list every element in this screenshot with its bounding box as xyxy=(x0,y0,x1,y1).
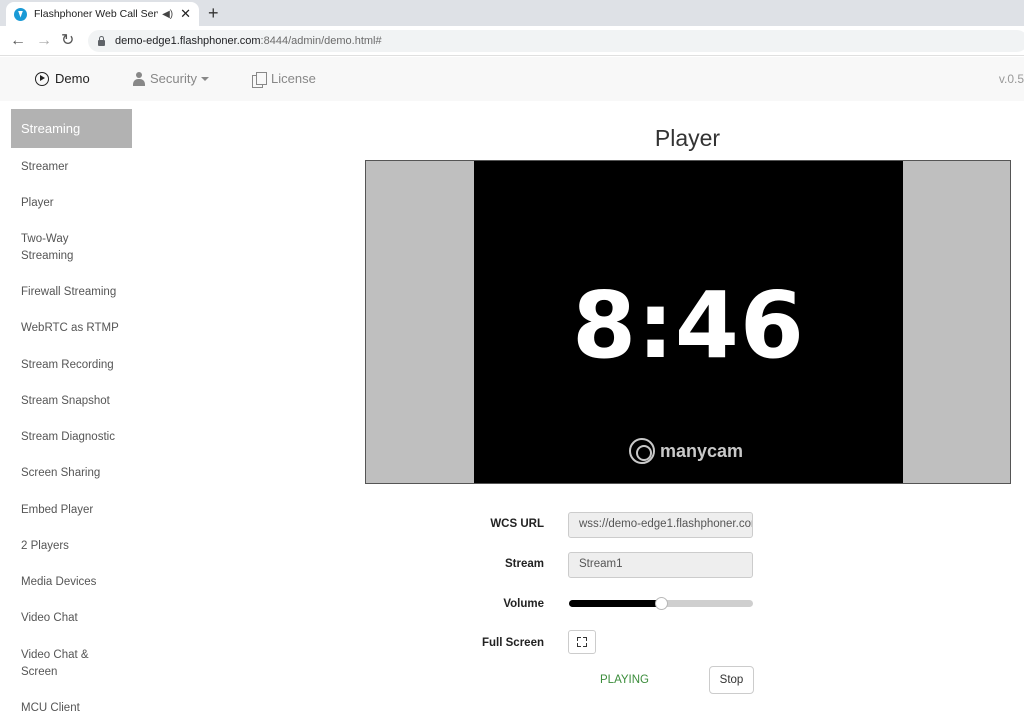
video-clock-text: 8:46 xyxy=(572,272,805,379)
close-tab-icon[interactable]: ✕ xyxy=(180,6,191,22)
sidebar-item-streamer[interactable]: Streamer xyxy=(11,159,78,176)
full-screen-label: Full Screen xyxy=(482,637,544,649)
sidebar-item-webrtc-as-rtmp[interactable]: WebRTC as RTMP xyxy=(11,320,136,337)
nav-security-label: Security xyxy=(150,71,197,86)
manycam-watermark: manycam xyxy=(629,438,743,464)
volume-slider-thumb[interactable] xyxy=(654,597,668,610)
nav-demo-label: Demo xyxy=(55,71,90,86)
sidebar-item-mcu-client[interactable]: MCU Client xyxy=(11,700,136,717)
user-secret-icon xyxy=(133,71,145,86)
app-top-nav: Demo Security License v.0.5 xyxy=(0,57,1024,101)
play-circle-icon xyxy=(35,71,49,86)
volume-slider[interactable] xyxy=(569,597,753,610)
video-player[interactable]: 8:46 manycam xyxy=(365,160,1011,484)
stop-button[interactable]: Stop xyxy=(709,666,754,694)
nav-license-label: License xyxy=(271,71,316,86)
expand-icon-corner xyxy=(583,637,587,641)
flashphoner-favicon-icon xyxy=(14,7,27,21)
sidebar-item-video-chat[interactable]: Video Chat xyxy=(11,610,136,627)
browser-tab[interactable]: Flashphoner Web Call Server ◀) ✕ xyxy=(6,2,199,26)
stream-label: Stream xyxy=(505,558,544,570)
sidebar-item-stream-diagnostic[interactable]: Stream Diagnostic xyxy=(11,429,136,446)
watermark-text: manycam xyxy=(660,440,744,461)
sidebar: Streaming Streamer Player Two-Way Stream… xyxy=(11,109,132,714)
sidebar-item-video-chat-screen[interactable]: Video Chat & Screen xyxy=(11,647,101,681)
expand-icon-corner xyxy=(583,643,587,647)
url-host: demo-edge1.flashphoner.com xyxy=(115,35,261,47)
nav-security-dropdown[interactable]: Security xyxy=(133,71,209,86)
expand-icon-corner xyxy=(577,643,581,647)
video-frame[interactable]: 8:46 manycam xyxy=(474,161,903,483)
volume-slider-fill xyxy=(569,600,661,607)
sidebar-item-media-devices[interactable]: Media Devices xyxy=(11,574,136,591)
manycam-logo-icon xyxy=(629,438,655,464)
page-title: Player xyxy=(654,125,721,151)
volume-label: Volume xyxy=(503,598,544,610)
url-path: :8444/admin/demo.html# xyxy=(260,35,382,47)
sidebar-item-screen-sharing[interactable]: Screen Sharing xyxy=(11,465,136,482)
license-copy-icon xyxy=(252,71,267,88)
sidebar-item-stream-recording[interactable]: Stream Recording xyxy=(11,357,136,374)
address-bar[interactable]: demo-edge1.flashphoner.com:8444/admin/de… xyxy=(88,30,1024,52)
stream-input[interactable]: Stream1 xyxy=(568,552,753,578)
tab-title: Flashphoner Web Call Server xyxy=(34,8,159,20)
sidebar-heading-streaming[interactable]: Streaming xyxy=(11,109,132,148)
wcs-url-label: WCS URL xyxy=(490,518,544,530)
lock-icon[interactable] xyxy=(98,35,105,46)
wcs-url-input[interactable]: wss://demo-edge1.flashphoner.com:8443 xyxy=(568,512,753,538)
sidebar-item-stream-snapshot[interactable]: Stream Snapshot xyxy=(11,393,136,410)
forward-arrow-icon[interactable]: → xyxy=(36,31,52,51)
back-arrow-icon[interactable]: ← xyxy=(10,31,26,51)
sidebar-item-embed-player[interactable]: Embed Player xyxy=(11,502,136,519)
new-tab-button[interactable]: + xyxy=(208,3,219,23)
reload-icon[interactable]: ↻ xyxy=(61,31,74,51)
full-screen-button[interactable] xyxy=(568,630,596,654)
browser-toolbar: ← → ↻ demo-edge1.flashphoner.com:8444/ad… xyxy=(0,26,1024,56)
playback-status: PLAYING xyxy=(600,674,649,686)
sidebar-item-2-players[interactable]: 2 Players xyxy=(11,538,136,555)
nav-license-link[interactable]: License xyxy=(252,71,316,88)
nav-demo-link[interactable]: Demo xyxy=(35,71,90,86)
browser-tab-bar: Flashphoner Web Call Server ◀) ✕ + xyxy=(0,0,1024,26)
sidebar-item-firewall-streaming[interactable]: Firewall Streaming xyxy=(11,284,136,301)
version-label: v.0.5 xyxy=(998,72,1024,86)
speaker-icon[interactable]: ◀) xyxy=(162,9,173,20)
sidebar-item-player[interactable]: Player xyxy=(11,195,64,212)
caret-down-icon xyxy=(200,76,209,81)
sidebar-item-two-way-streaming[interactable]: Two-Way Streaming xyxy=(11,231,101,265)
expand-icon xyxy=(577,637,581,641)
